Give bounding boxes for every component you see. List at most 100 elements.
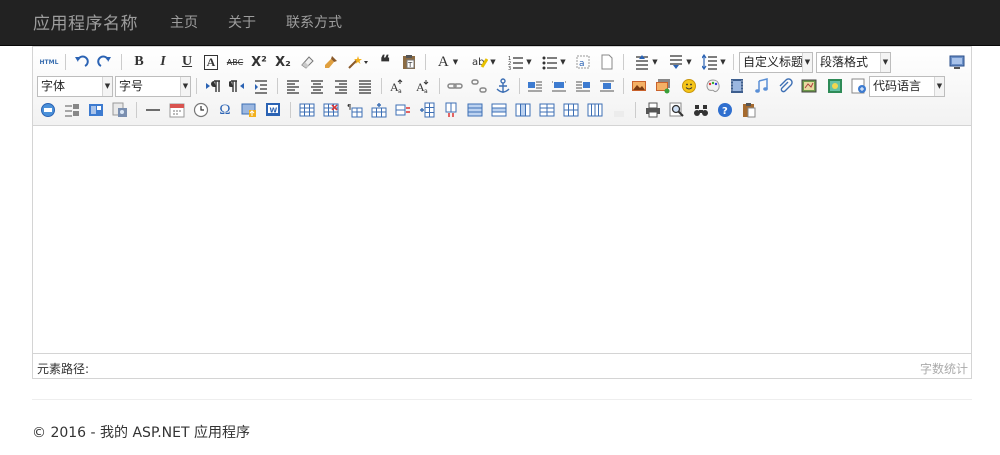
insertorderedlist-button[interactable]: 123 ▼ xyxy=(505,52,535,72)
blockquote-button[interactable]: ❝ xyxy=(375,52,395,72)
template-button[interactable] xyxy=(62,100,82,120)
redo-button[interactable] xyxy=(95,52,115,72)
source-code-button[interactable]: HTML xyxy=(38,52,60,72)
backcolor-button[interactable]: ab ▼ xyxy=(469,52,499,72)
mergeright-button[interactable] xyxy=(489,100,509,120)
subscript-button[interactable]: X₂ xyxy=(273,52,293,72)
insertframe-button[interactable] xyxy=(849,76,869,96)
directionality-ltr-button[interactable] xyxy=(203,76,223,96)
gmap-button[interactable] xyxy=(825,76,845,96)
deletetable-button[interactable] xyxy=(321,100,341,120)
unlink-button[interactable] xyxy=(469,76,489,96)
justifycenter-button[interactable] xyxy=(307,76,327,96)
fontborder-button[interactable]: A xyxy=(201,52,221,72)
svg-text:¶: ¶ xyxy=(347,103,351,111)
help-button[interactable]: ? xyxy=(715,100,735,120)
justifyleft-button[interactable] xyxy=(283,76,303,96)
insertunorderedlist-button[interactable]: ▼ xyxy=(539,52,569,72)
nav-link-home[interactable]: 主页 xyxy=(170,12,198,32)
wordimage-button[interactable] xyxy=(110,100,130,120)
formatmatch-button[interactable] xyxy=(321,52,341,72)
imageright-button[interactable] xyxy=(573,76,593,96)
indent-button[interactable] xyxy=(251,76,271,96)
footer-copyright: © 2016 - 我的 ASP.NET 应用程序 xyxy=(32,425,250,441)
wordimage-upload-button[interactable]: W xyxy=(263,100,283,120)
insertimage-button[interactable] xyxy=(653,76,673,96)
rowspacingbottom-button[interactable]: ▼ xyxy=(665,52,695,72)
underline-button[interactable]: U xyxy=(177,52,197,72)
font-size-select[interactable]: 字号 ▼ xyxy=(115,76,191,97)
spechars-button[interactable]: Ω xyxy=(215,100,235,120)
inserttable-button[interactable] xyxy=(297,100,317,120)
toolbar-separator xyxy=(519,78,520,94)
insertparagraphbeforetable-button[interactable]: ¶ xyxy=(345,100,365,120)
horizontal-rule-button[interactable] xyxy=(143,100,163,120)
simpleupload-button[interactable] xyxy=(629,76,649,96)
music-note-icon xyxy=(755,78,768,93)
italic-button[interactable]: I xyxy=(153,52,173,72)
attachment-button[interactable] xyxy=(775,76,795,96)
anchor-button[interactable] xyxy=(493,76,513,96)
custom-heading-select[interactable]: 自定义标题 ▼ xyxy=(739,52,813,73)
tolowercase-button[interactable]: Aa xyxy=(413,76,433,96)
brand-link[interactable]: 应用程序名称 xyxy=(33,9,138,34)
pagebreak-button[interactable] xyxy=(38,100,58,120)
removeformat-button[interactable] xyxy=(297,52,317,72)
background-button[interactable] xyxy=(86,100,106,120)
paragraph-format-select[interactable]: 段落格式 ▼ xyxy=(816,52,891,73)
autotypeset-button[interactable] xyxy=(345,52,371,72)
directionality-rtl-button[interactable] xyxy=(227,76,247,96)
toolbar-separator xyxy=(733,54,734,70)
splittocells-button[interactable] xyxy=(537,100,557,120)
insertrow-button[interactable] xyxy=(369,100,389,120)
drafts-button[interactable] xyxy=(739,100,759,120)
imageleft-button[interactable] xyxy=(549,76,569,96)
preview-button[interactable] xyxy=(667,100,687,120)
pasteplain-button[interactable]: T xyxy=(399,52,419,72)
scrawl-button[interactable] xyxy=(703,76,723,96)
justifyright-button[interactable] xyxy=(331,76,351,96)
superscript-button[interactable]: X² xyxy=(249,52,269,72)
nav-link-about[interactable]: 关于 xyxy=(228,12,256,32)
font-family-select[interactable]: 字体 ▼ xyxy=(37,76,113,97)
charts-button[interactable] xyxy=(609,100,629,120)
forecolor-button[interactable]: A ▼ xyxy=(433,52,463,72)
code-language-select[interactable]: 代码语言 ▼ xyxy=(869,76,945,97)
imagenone-button[interactable] xyxy=(525,76,545,96)
music-button[interactable] xyxy=(751,76,771,96)
bold-button[interactable]: B xyxy=(129,52,149,72)
splittorows-button[interactable] xyxy=(561,100,581,120)
searchreplace-button[interactable] xyxy=(691,100,711,120)
time-button[interactable] xyxy=(191,100,211,120)
touppercase-button[interactable]: Aa xyxy=(387,76,407,96)
undo-button[interactable] xyxy=(71,52,91,72)
chart-icon xyxy=(614,111,624,117)
insertcol-button[interactable] xyxy=(417,100,437,120)
deletecol-button[interactable] xyxy=(441,100,461,120)
map-button[interactable] xyxy=(799,76,819,96)
justifyjustify-button[interactable] xyxy=(355,76,375,96)
insertvideo-button[interactable] xyxy=(727,76,747,96)
strikethrough-button[interactable]: ABC xyxy=(225,52,245,72)
toolbar-separator xyxy=(196,78,197,94)
rowspacingtop-button[interactable]: ▼ xyxy=(631,52,661,72)
lineheight-button[interactable]: ▼ xyxy=(699,52,729,72)
fullscreen-text-button[interactable]: a xyxy=(573,52,593,72)
deleterow-button[interactable] xyxy=(393,100,413,120)
mergecells-button[interactable] xyxy=(465,100,485,120)
editor-content-area[interactable] xyxy=(33,127,971,353)
imagecenter-button[interactable] xyxy=(597,76,617,96)
mergedown-button[interactable] xyxy=(513,100,533,120)
date-button[interactable] xyxy=(167,100,187,120)
cleardoc-button[interactable] xyxy=(597,52,617,72)
fullscreen-button[interactable] xyxy=(947,52,967,72)
snapscreen-button[interactable] xyxy=(239,100,259,120)
print-button[interactable] xyxy=(643,100,663,120)
nav-link-contact[interactable]: 联系方式 xyxy=(286,12,342,32)
toolbar-row-1: HTML B I U A ABC X² X₂ ❝ T A ▼ ab ▼ 1 2 … xyxy=(33,50,971,74)
indent-icon xyxy=(255,80,267,94)
emotion-button[interactable] xyxy=(679,76,699,96)
splittocols-button[interactable] xyxy=(585,100,605,120)
link-button[interactable] xyxy=(445,76,465,96)
paste-icon: T xyxy=(403,55,415,69)
